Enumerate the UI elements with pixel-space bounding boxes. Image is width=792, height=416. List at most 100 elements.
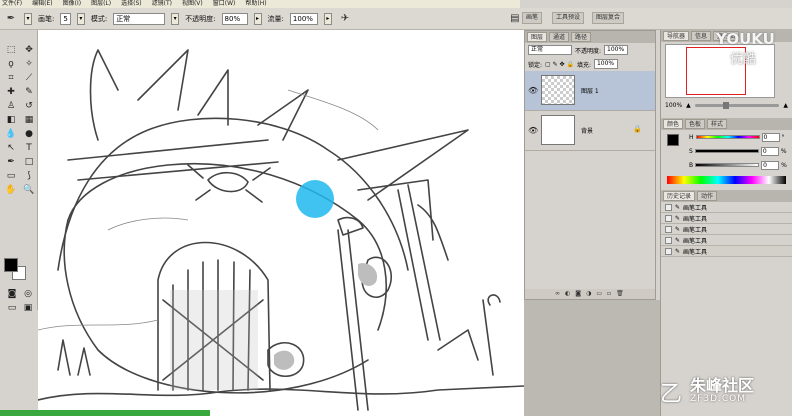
menu-filter[interactable]: 滤镜(T) [152, 0, 172, 8]
tab-history[interactable]: 历史记录 [663, 191, 696, 201]
brush-size-field[interactable]: 5 [60, 12, 71, 25]
opacity-field[interactable]: 80% [221, 12, 248, 25]
tab-color[interactable]: 颜色 [663, 119, 684, 129]
fullscreen-mode-icon[interactable]: ▣ [20, 302, 36, 314]
brush-size-dropdown[interactable]: ▾ [76, 12, 85, 25]
type-tool-icon[interactable]: T [21, 142, 37, 154]
tab-paths[interactable]: 路径 [571, 32, 592, 42]
eyedropper-icon[interactable]: ⟆ [21, 170, 37, 182]
zoom-slider-knob[interactable] [722, 101, 729, 109]
tab-actions[interactable]: 动作 [697, 191, 718, 201]
trash-icon[interactable]: 🗑 [616, 289, 624, 299]
zoom-slider[interactable] [694, 101, 780, 109]
new-layer-icon[interactable]: ▫ [607, 289, 611, 299]
screen-mode-icon[interactable]: ▭ [4, 302, 20, 314]
lock-icons[interactable]: ▢ ✎ ✥ 🔒 [545, 61, 574, 68]
mask-icon[interactable]: ◙ [575, 289, 581, 299]
blend-mode-select[interactable]: 正常 [528, 45, 572, 55]
tab-layer-comps[interactable]: 图层复合 [592, 12, 625, 24]
history-checkbox[interactable] [665, 236, 672, 244]
hue-value[interactable]: 0 [761, 132, 780, 142]
tab-layers[interactable]: 图层 [527, 32, 548, 42]
brightness-value[interactable]: 0 [761, 160, 780, 170]
tab-tool-presets[interactable]: 工具预设 [552, 12, 585, 24]
slice-tool-icon[interactable]: ⟋ [21, 72, 37, 84]
folder-icon[interactable]: ▭ [596, 289, 602, 299]
shape-tool-icon[interactable]: □ [21, 156, 37, 168]
clone-stamp-icon[interactable]: ♙ [3, 100, 19, 112]
mode-dropdown[interactable]: ▾ [171, 12, 180, 25]
history-checkbox[interactable] [665, 225, 672, 233]
lasso-tool-icon[interactable]: ϙ [3, 58, 19, 70]
mode-select[interactable]: 正常 [113, 12, 166, 25]
hand-tool-icon[interactable]: ✋ [3, 184, 19, 196]
tab-channels[interactable]: 通道 [549, 32, 570, 42]
zoom-out-icon[interactable]: ▲ [686, 102, 691, 109]
brightness-slider[interactable] [695, 163, 760, 167]
magic-wand-icon[interactable]: ✧ [21, 58, 37, 70]
crop-tool-icon[interactable]: ⌗ [3, 72, 19, 84]
menu-select[interactable]: 选择(S) [121, 0, 142, 8]
eye-icon[interactable]: 👁 [528, 86, 538, 95]
layer-row-background[interactable]: 👁 背景 🔒 [525, 111, 655, 151]
fx-icon[interactable]: ◐ [565, 289, 570, 299]
eraser-tool-icon[interactable]: ◧ [3, 114, 19, 126]
foreground-color-swatch[interactable] [4, 258, 18, 272]
history-checkbox[interactable] [665, 214, 672, 222]
adjustment-icon[interactable]: ◑ [586, 289, 591, 299]
menu-view[interactable]: 视图(V) [182, 0, 203, 8]
tab-brushes[interactable]: 画笔 [522, 12, 543, 24]
menu-edit[interactable]: 编辑(E) [32, 0, 52, 8]
file-browser-icon[interactable]: ▤ [508, 12, 522, 26]
move-tool-icon[interactable]: ✥ [21, 44, 37, 56]
menu-file[interactable]: 文件(F) [2, 0, 22, 8]
fill-field[interactable]: 100% [593, 59, 618, 69]
saturation-value[interactable]: 0 [760, 146, 779, 156]
link-icon[interactable]: ∞ [555, 289, 560, 299]
history-item-current[interactable]: ✎ 画笔工具 [661, 246, 792, 257]
zoom-in-icon[interactable]: ▲ [783, 102, 788, 109]
color-fg-swatch[interactable] [667, 134, 679, 146]
dodge-tool-icon[interactable]: ● [21, 128, 37, 140]
saturation-slider[interactable] [694, 149, 759, 153]
history-item[interactable]: ✎ 画笔工具 [661, 202, 792, 213]
flow-slider-button[interactable]: ▸ [323, 12, 332, 25]
quick-mask-icon[interactable]: ◙ [4, 288, 20, 300]
tab-navigator[interactable]: 导航器 [663, 31, 690, 41]
blur-tool-icon[interactable]: 💧 [3, 128, 19, 140]
navigator-preview[interactable] [665, 44, 775, 98]
history-item[interactable]: ✎ 画笔工具 [661, 224, 792, 235]
layer-row-layer1[interactable]: 👁 图层 1 [525, 71, 655, 111]
hue-slider[interactable] [695, 135, 760, 139]
history-brush-icon[interactable]: ↺ [21, 100, 37, 112]
menu-layer[interactable]: 图层(L) [91, 0, 111, 8]
brush-preset-dropdown[interactable]: ▾ [24, 12, 32, 25]
marquee-tool-icon[interactable]: ⬚ [3, 44, 19, 56]
tab-info[interactable]: 信息 [691, 31, 712, 41]
history-checkbox[interactable] [665, 247, 672, 255]
brush-preset-icon[interactable]: ✒ [4, 12, 18, 26]
zoom-tool-icon[interactable]: 🔍 [21, 184, 37, 196]
menu-help[interactable]: 帮助(H) [245, 0, 266, 8]
eye-icon[interactable]: 👁 [528, 126, 538, 135]
history-item[interactable]: ✎ 画笔工具 [661, 235, 792, 246]
color-ramp[interactable] [667, 176, 786, 184]
opacity-slider-button[interactable]: ▸ [253, 12, 262, 25]
tab-swatches[interactable]: 色板 [685, 119, 706, 129]
menu-image[interactable]: 图像(I) [63, 0, 81, 8]
document-canvas[interactable] [38, 30, 524, 416]
history-checkbox[interactable] [665, 203, 672, 211]
healing-brush-icon[interactable]: ✚ [3, 86, 19, 98]
path-select-icon[interactable]: ↖ [3, 142, 19, 154]
menu-window[interactable]: 窗口(W) [213, 0, 236, 8]
zoom-value[interactable]: 100% [665, 102, 682, 109]
pen-tool-icon[interactable]: ✒ [3, 156, 19, 168]
flow-field[interactable]: 100% [289, 12, 318, 25]
layer-opacity-field[interactable]: 100% [604, 45, 629, 55]
airbrush-icon[interactable]: ✈ [338, 12, 352, 26]
gradient-tool-icon[interactable]: ▦ [21, 114, 37, 126]
history-item[interactable]: ✎ 画笔工具 [661, 213, 792, 224]
notes-tool-icon[interactable]: ▭ [3, 170, 19, 182]
brush-tool-icon[interactable]: ✎ [21, 86, 37, 98]
tab-styles[interactable]: 样式 [707, 119, 728, 129]
